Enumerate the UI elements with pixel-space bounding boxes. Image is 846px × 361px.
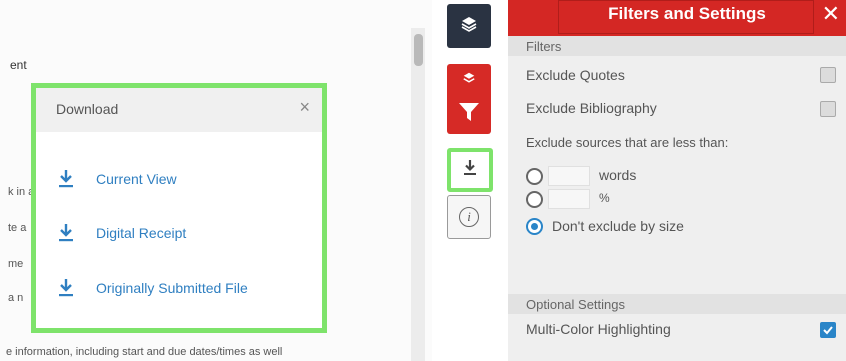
multi-color-checkbox[interactable] xyxy=(820,322,836,338)
close-icon[interactable]: × xyxy=(299,97,310,118)
download-item-label: Originally Submitted File xyxy=(96,280,248,296)
percent-radio[interactable] xyxy=(526,191,543,208)
download-icon xyxy=(462,159,478,182)
layers-button[interactable] xyxy=(447,4,491,48)
dont-exclude-label: Don't exclude by size xyxy=(552,218,684,234)
download-icon xyxy=(56,222,76,244)
dont-exclude-radio[interactable] xyxy=(526,218,543,235)
download-item-label: Digital Receipt xyxy=(96,225,187,241)
exclude-quotes-checkbox[interactable] xyxy=(820,67,836,83)
panel-header: Filters and Settings ✕ xyxy=(508,0,846,36)
document-text: ent xyxy=(10,58,27,72)
download-icon xyxy=(56,277,76,299)
section-label: Filters xyxy=(526,39,562,54)
section-label: Optional Settings xyxy=(526,297,626,312)
info-glyph: i xyxy=(467,209,471,224)
download-popup: Download × Current View Digital Receipt … xyxy=(31,83,327,333)
filter-icon xyxy=(458,102,480,127)
percent-unit-label: % xyxy=(599,191,610,205)
download-popup-title: Download xyxy=(56,101,119,117)
download-toolbar-button[interactable] xyxy=(447,148,493,192)
download-icon xyxy=(56,168,76,190)
checkmark-icon xyxy=(823,326,833,335)
filters-section-header: Filters xyxy=(508,36,846,56)
info-icon: i xyxy=(459,207,479,227)
filter-button[interactable] xyxy=(447,64,491,134)
optional-settings-header: Optional Settings xyxy=(508,294,846,314)
download-originally-submitted-file[interactable]: Originally Submitted File xyxy=(56,275,306,301)
words-radio[interactable] xyxy=(526,168,543,185)
document-text: e information, including start and due d… xyxy=(6,346,283,358)
panel-title-box: Filters and Settings xyxy=(558,0,814,34)
info-button[interactable]: i xyxy=(447,195,491,239)
words-unit-label: words xyxy=(599,167,637,183)
words-input[interactable] xyxy=(548,166,590,186)
document-text: te a xyxy=(8,222,27,234)
layers-icon xyxy=(461,16,477,37)
download-item-label: Current View xyxy=(96,171,177,187)
panel-title: Filters and Settings xyxy=(608,4,766,23)
exclude-size-label: Exclude sources that are less than: xyxy=(526,135,729,150)
document-text: a n xyxy=(8,292,24,304)
close-icon[interactable]: ✕ xyxy=(822,1,840,27)
document-scrollbar-thumb[interactable] xyxy=(414,34,423,66)
layers-icon xyxy=(463,71,475,89)
download-digital-receipt[interactable]: Digital Receipt xyxy=(56,220,306,246)
filters-panel: Filters and Settings ✕ Filters Exclude Q… xyxy=(508,0,846,361)
download-popup-header: Download × xyxy=(36,88,322,132)
exclude-bibliography-label: Exclude Bibliography xyxy=(526,100,657,116)
document-scrollbar-track[interactable] xyxy=(411,28,425,361)
download-current-view[interactable]: Current View xyxy=(56,166,306,192)
multi-color-label: Multi-Color Highlighting xyxy=(526,321,671,337)
exclude-bibliography-checkbox[interactable] xyxy=(820,101,836,117)
exclude-quotes-label: Exclude Quotes xyxy=(526,67,625,83)
document-text: me xyxy=(8,258,24,270)
percent-input[interactable] xyxy=(548,189,590,209)
